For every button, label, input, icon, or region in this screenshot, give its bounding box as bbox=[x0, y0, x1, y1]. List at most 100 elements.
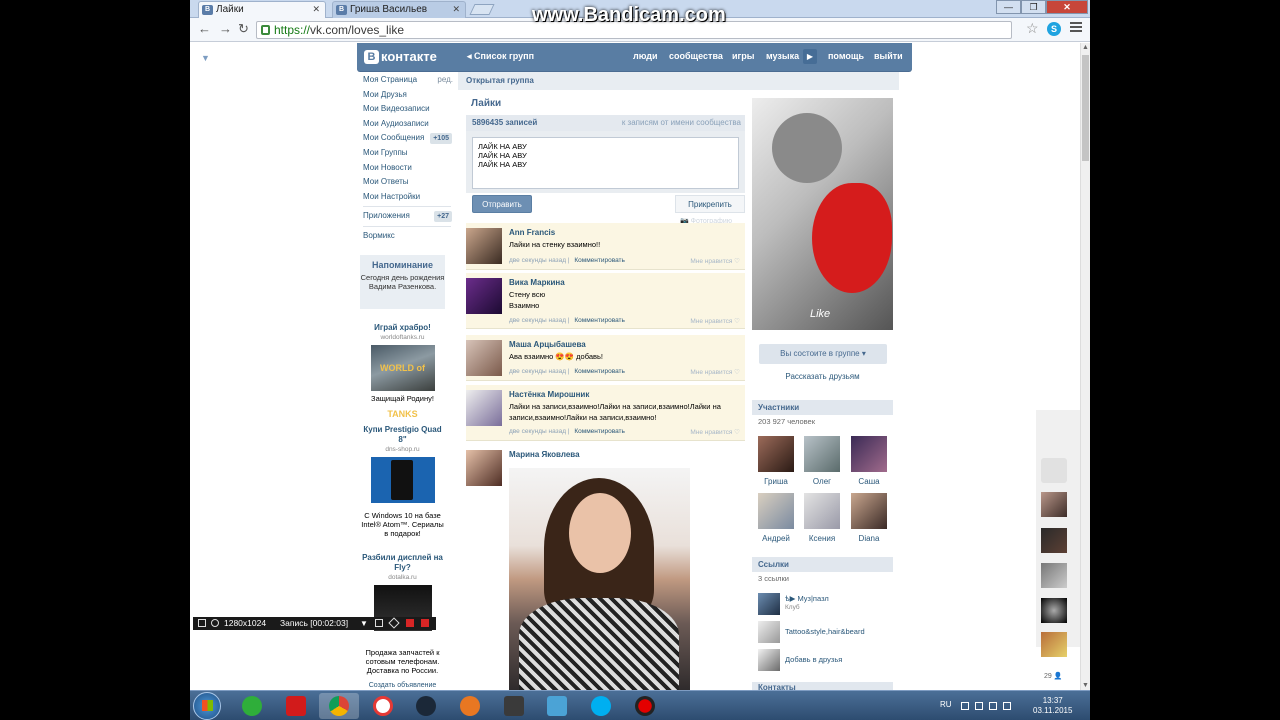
menu-videos[interactable]: Мои Видеозаписи bbox=[357, 102, 457, 117]
chat-avatar[interactable] bbox=[1041, 492, 1067, 517]
reminder-text[interactable]: Сегодня день рождения Вадима Разенкова. bbox=[360, 273, 445, 291]
link-item[interactable]: ѣ▶ Муз|пазл Клуб bbox=[758, 593, 893, 615]
post-time[interactable]: две секунды назад bbox=[509, 368, 566, 375]
contacts-header[interactable]: Контакты bbox=[752, 682, 893, 690]
like-button[interactable]: Мне нравится ♡ bbox=[690, 257, 740, 265]
taskbar-app[interactable] bbox=[450, 693, 490, 719]
tab-grisha[interactable]: В Гриша Васильев ✕ bbox=[332, 1, 466, 18]
pencil-icon[interactable] bbox=[388, 617, 400, 629]
post-author[interactable]: Марина Яковлева bbox=[509, 450, 580, 459]
comment-link[interactable]: Комментировать bbox=[574, 257, 625, 264]
taskbar-app[interactable] bbox=[625, 693, 665, 719]
maximize-button[interactable]: ❐ bbox=[1021, 0, 1046, 14]
network-icon[interactable] bbox=[989, 702, 997, 710]
post-time[interactable]: две секунды назад bbox=[509, 257, 566, 264]
nav-people[interactable]: люди bbox=[633, 51, 658, 61]
stop-icon[interactable] bbox=[421, 619, 429, 627]
ad-prestigio[interactable]: Купи Prestigio Quad 8" dns-shop.ru С Win… bbox=[360, 425, 445, 538]
clock[interactable]: 13:37 03.11.2015 bbox=[1033, 696, 1072, 716]
post-author[interactable]: Вика Маркина bbox=[509, 278, 565, 287]
chat-avatar[interactable] bbox=[1041, 528, 1067, 553]
create-ad-link[interactable]: Создать объявление bbox=[360, 681, 445, 690]
menu-audios[interactable]: Мои Аудиозаписи bbox=[357, 117, 457, 132]
comment-link[interactable]: Комментировать bbox=[574, 317, 625, 324]
comment-link[interactable]: Комментировать bbox=[574, 428, 625, 435]
menu-groups[interactable]: Мои Группы bbox=[357, 146, 457, 161]
send-button[interactable]: Отправить bbox=[472, 195, 532, 213]
post-author[interactable]: Ann Francis bbox=[509, 228, 555, 237]
post-author[interactable]: Настёнка Мирошник bbox=[509, 390, 589, 399]
group-list-link[interactable]: ◂ Список групп bbox=[467, 51, 534, 62]
avatar[interactable] bbox=[466, 390, 502, 426]
taskbar-app[interactable] bbox=[406, 693, 446, 719]
ad-spare-parts[interactable]: Продажа запчастей к сотовым телефонам. Д… bbox=[360, 648, 445, 690]
avatar[interactable] bbox=[466, 450, 502, 486]
post-textarea[interactable]: ЛАЙК НА АВУ ЛАЙК НА АВУ ЛАЙК НА АВУ bbox=[472, 137, 739, 189]
menu-friends[interactable]: Мои Друзья bbox=[357, 88, 457, 103]
membership-dropdown[interactable]: Вы состоите в группе ▾ bbox=[759, 344, 887, 364]
forward-arrow-icon[interactable]: → bbox=[219, 21, 232, 37]
link-item[interactable]: Добавь в друзья bbox=[758, 649, 893, 671]
reload-icon[interactable]: ↻ bbox=[238, 21, 249, 37]
post-time[interactable]: две секунды назад bbox=[509, 428, 566, 435]
menu-wormix[interactable]: Вормикс bbox=[357, 229, 457, 244]
camera-icon[interactable] bbox=[375, 619, 383, 627]
post-photo[interactable] bbox=[509, 468, 690, 690]
scroll-up-arrow-icon[interactable]: ▼ bbox=[201, 53, 210, 63]
like-button[interactable]: Мне нравится ♡ bbox=[690, 428, 740, 436]
nav-games[interactable]: игры bbox=[732, 51, 754, 61]
members-header[interactable]: Участники bbox=[752, 400, 893, 415]
taskbar-app[interactable] bbox=[537, 693, 577, 719]
tray-icon[interactable] bbox=[961, 702, 969, 710]
post-author[interactable]: Маша Арцыбашева bbox=[509, 340, 586, 349]
dropdown-icon[interactable]: ▼ bbox=[360, 617, 368, 628]
chat-avatar[interactable] bbox=[1041, 598, 1067, 623]
skype-extension-icon[interactable]: S bbox=[1047, 22, 1061, 36]
member[interactable]: Гриша bbox=[756, 436, 796, 486]
close-window-button[interactable]: ✕ bbox=[1046, 0, 1088, 14]
browser-menu-icon[interactable] bbox=[1070, 22, 1082, 34]
menu-my-page[interactable]: Моя Страница ред. bbox=[357, 73, 457, 88]
scroll-down-icon[interactable]: ▼ bbox=[1082, 682, 1089, 689]
tray-icon[interactable] bbox=[975, 702, 983, 710]
chat-avatar[interactable] bbox=[1041, 632, 1067, 657]
edit-link[interactable]: ред. bbox=[437, 73, 453, 87]
close-tab-icon[interactable]: ✕ bbox=[452, 4, 460, 15]
taskbar-app[interactable] bbox=[363, 693, 403, 719]
member[interactable]: Diana bbox=[849, 493, 889, 543]
minimize-button[interactable]: — bbox=[996, 0, 1021, 14]
vk-logo[interactable]: Вконтакте bbox=[364, 49, 437, 65]
attach-button[interactable]: Прикрепить bbox=[675, 195, 745, 213]
like-button[interactable]: Мне нравится ♡ bbox=[690, 317, 740, 325]
new-tab-button[interactable] bbox=[469, 4, 495, 15]
play-icon[interactable]: ▶ bbox=[803, 49, 817, 64]
window-icon[interactable] bbox=[198, 619, 206, 627]
start-button[interactable] bbox=[193, 692, 221, 720]
close-tab-icon[interactable]: ✕ bbox=[312, 4, 320, 15]
member[interactable]: Олег bbox=[802, 436, 842, 486]
member[interactable]: Ксения bbox=[802, 493, 842, 543]
nav-logout[interactable]: выйти bbox=[874, 51, 903, 61]
menu-settings[interactable]: Мои Настройки bbox=[357, 190, 457, 205]
volume-icon[interactable] bbox=[1003, 702, 1011, 710]
nav-communities[interactable]: сообщества bbox=[669, 51, 723, 61]
tab-likes[interactable]: В Лайки ✕ bbox=[198, 1, 326, 18]
comment-link[interactable]: Комментировать bbox=[574, 368, 625, 375]
taskbar-app[interactable] bbox=[276, 693, 316, 719]
link-item[interactable]: Tattoo&style,hair&beard bbox=[758, 621, 893, 643]
taskbar-app[interactable] bbox=[581, 693, 621, 719]
like-button[interactable]: Мне нравится ♡ bbox=[690, 368, 740, 376]
zoom-icon[interactable] bbox=[211, 619, 219, 627]
taskbar-app[interactable] bbox=[494, 693, 534, 719]
pause-icon[interactable] bbox=[406, 619, 414, 627]
taskbar-app[interactable] bbox=[232, 693, 272, 719]
group-avatar[interactable]: Like bbox=[752, 98, 893, 330]
menu-messages[interactable]: Мои Сообщения +105 bbox=[357, 131, 457, 146]
nav-help[interactable]: помощь bbox=[828, 51, 864, 61]
menu-apps[interactable]: Приложения +27 bbox=[357, 209, 457, 224]
scroll-up-icon[interactable]: ▲ bbox=[1082, 44, 1089, 51]
vk-dog-icon[interactable] bbox=[1041, 458, 1067, 483]
member[interactable]: Андрей bbox=[756, 493, 796, 543]
chat-avatar[interactable] bbox=[1041, 563, 1067, 588]
avatar[interactable] bbox=[466, 278, 502, 314]
